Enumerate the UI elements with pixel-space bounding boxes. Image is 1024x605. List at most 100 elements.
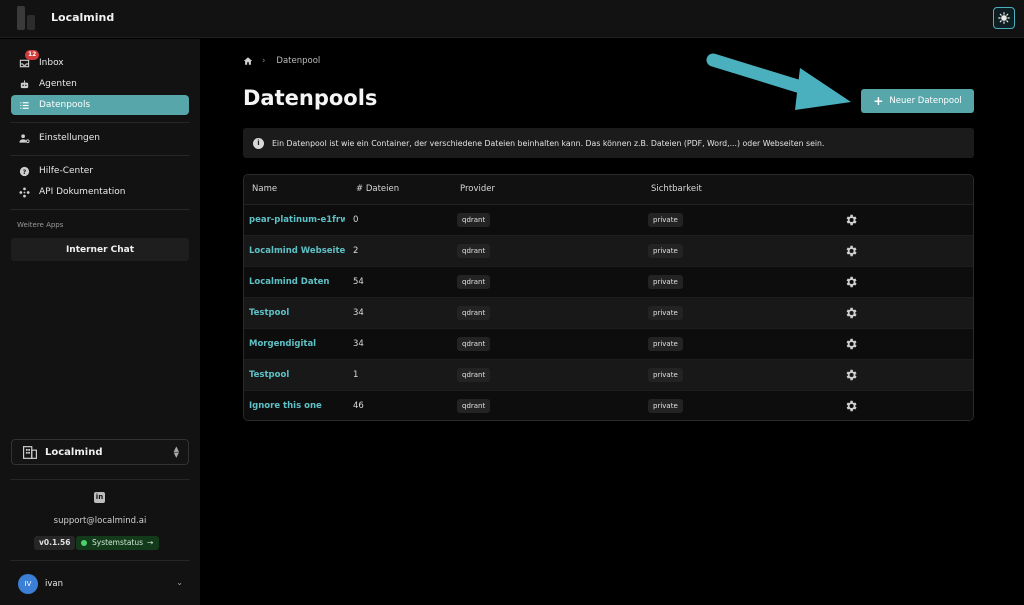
table-row[interactable]: Morgendigital 34 qdrant private <box>244 329 973 360</box>
gear-icon[interactable] <box>844 244 858 258</box>
chevron-down-icon: ⌄ <box>176 578 183 587</box>
table-row[interactable]: Testpool 34 qdrant private <box>244 298 973 329</box>
home-icon[interactable] <box>243 56 253 66</box>
provider-chip: qdrant <box>457 399 491 413</box>
table-row[interactable]: Ignore this one 46 qdrant private <box>244 391 973 420</box>
table-row[interactable]: Testpool 1 qdrant private <box>244 360 973 391</box>
inbox-badge: 12 <box>25 50 40 60</box>
sidebar-item-label: API Dokumentation <box>39 187 126 197</box>
datenpool-table: Name # Dateien Provider Sichtbarkeit pea… <box>243 174 974 421</box>
file-count: 54 <box>353 277 364 287</box>
visibility-chip: private <box>648 368 683 382</box>
theme-toggle-button[interactable] <box>993 7 1015 29</box>
provider-chip: qdrant <box>457 337 491 351</box>
visibility-chip: private <box>648 275 683 289</box>
table-row[interactable]: Localmind Daten 54 qdrant private <box>244 267 973 298</box>
sidebar-item-datenpools[interactable]: Datenpools <box>11 95 189 115</box>
visibility-chip: private <box>648 337 683 351</box>
arrow-right-icon: → <box>147 538 154 547</box>
internal-chat-button[interactable]: Interner Chat <box>11 238 189 261</box>
datenpool-name-link[interactable]: Testpool <box>249 370 289 380</box>
linkedin-icon[interactable]: in <box>94 492 105 503</box>
file-count: 34 <box>353 308 364 318</box>
new-datenpool-label: Neuer Datenpool <box>889 96 962 106</box>
column-header-files[interactable]: # Dateien <box>356 184 399 194</box>
breadcrumb: › Datenpool <box>243 56 320 66</box>
sidebar-divider <box>10 155 190 156</box>
datenpool-name-link[interactable]: pear-platinum-e1frw... <box>249 215 345 225</box>
chevron-updown-icon: ▲ ▼ <box>173 445 179 459</box>
datenpool-name-link[interactable]: Localmind Webseite <box>249 246 345 256</box>
visibility-chip: private <box>648 306 683 320</box>
gear-icon[interactable] <box>844 213 858 227</box>
user-menu[interactable]: IV ivan ⌄ <box>18 574 188 594</box>
support-email[interactable]: support@localmind.ai <box>0 516 200 526</box>
sidebar-item-api-dokumentation[interactable]: API Dokumentation <box>11 182 189 202</box>
pointer-arrow-icon <box>706 53 851 110</box>
datenpool-name-link[interactable]: Ignore this one <box>249 401 322 411</box>
api-icon <box>17 185 31 199</box>
section-label-weitere-apps: Weitere Apps <box>17 221 64 229</box>
robot-icon <box>17 77 31 91</box>
avatar: IV <box>18 574 38 594</box>
datenpool-name-link[interactable]: Testpool <box>249 308 289 318</box>
chevron-right-icon: › <box>262 56 266 66</box>
info-icon: i <box>253 137 264 149</box>
gear-icon[interactable] <box>844 337 858 351</box>
visibility-chip: private <box>648 213 683 227</box>
gear-icon[interactable] <box>844 399 858 413</box>
column-header-name[interactable]: Name <box>252 184 277 194</box>
version-badge: v0.1.56 <box>34 536 76 550</box>
app-title: Localmind <box>51 11 115 24</box>
info-text: Ein Datenpool ist wie ein Container, der… <box>272 138 825 148</box>
system-status-link[interactable]: Systemstatus → <box>76 536 160 550</box>
user-settings-icon <box>17 131 31 145</box>
list-icon <box>17 98 31 112</box>
sidebar-divider <box>10 479 190 480</box>
sidebar-item-agenten[interactable]: Agenten <box>11 74 189 94</box>
sidebar-item-hilfe-center[interactable]: ? Hilfe-Center <box>11 161 189 181</box>
column-header-visibility[interactable]: Sichtbarkeit <box>651 184 702 194</box>
sidebar: 12 Inbox Agenten Datenpools Einstellunge… <box>0 39 200 605</box>
visibility-chip: private <box>648 244 683 258</box>
sidebar-item-label: Datenpools <box>39 100 91 110</box>
building-icon <box>23 445 37 459</box>
file-count: 34 <box>353 339 364 349</box>
provider-chip: qdrant <box>457 368 491 382</box>
gear-icon[interactable] <box>844 306 858 320</box>
provider-chip: qdrant <box>457 213 491 227</box>
provider-chip: qdrant <box>457 244 491 258</box>
table-header: Name # Dateien Provider Sichtbarkeit <box>244 175 973 205</box>
file-count: 46 <box>353 401 364 411</box>
sidebar-divider <box>10 560 190 561</box>
sidebar-divider <box>10 209 190 210</box>
gear-icon[interactable] <box>844 275 858 289</box>
svg-text:?: ? <box>22 167 26 175</box>
inbox-icon: 12 <box>17 50 40 70</box>
file-count: 1 <box>353 370 359 380</box>
datenpool-name-link[interactable]: Morgendigital <box>249 339 316 349</box>
user-name: ivan <box>45 579 63 589</box>
info-banner: i Ein Datenpool ist wie ein Container, d… <box>243 128 974 158</box>
new-datenpool-button[interactable]: + Neuer Datenpool <box>861 89 974 113</box>
datenpool-name-link[interactable]: Localmind Daten <box>249 277 329 287</box>
visibility-chip: private <box>648 399 683 413</box>
sidebar-item-label: Agenten <box>39 79 77 89</box>
sidebar-item-label: Inbox <box>39 58 64 68</box>
provider-chip: qdrant <box>457 306 491 320</box>
sidebar-item-inbox[interactable]: 12 Inbox <box>11 50 189 73</box>
table-row[interactable]: pear-platinum-e1frw... 0 qdrant private <box>244 205 973 236</box>
provider-chip: qdrant <box>457 275 491 289</box>
sidebar-item-label: Hilfe-Center <box>39 166 94 176</box>
column-header-provider[interactable]: Provider <box>460 184 495 194</box>
status-dot-icon <box>81 540 87 546</box>
sun-icon <box>998 12 1010 24</box>
organization-name: Localmind <box>45 446 103 458</box>
breadcrumb-current: Datenpool <box>276 56 321 66</box>
table-row[interactable]: Localmind Webseite 2 qdrant private <box>244 236 973 267</box>
gear-icon[interactable] <box>844 368 858 382</box>
sidebar-item-einstellungen[interactable]: Einstellungen <box>11 128 189 148</box>
logo-icon <box>17 6 37 30</box>
plus-icon: + <box>873 94 884 108</box>
organization-select[interactable]: Localmind ▲ ▼ <box>11 439 189 465</box>
